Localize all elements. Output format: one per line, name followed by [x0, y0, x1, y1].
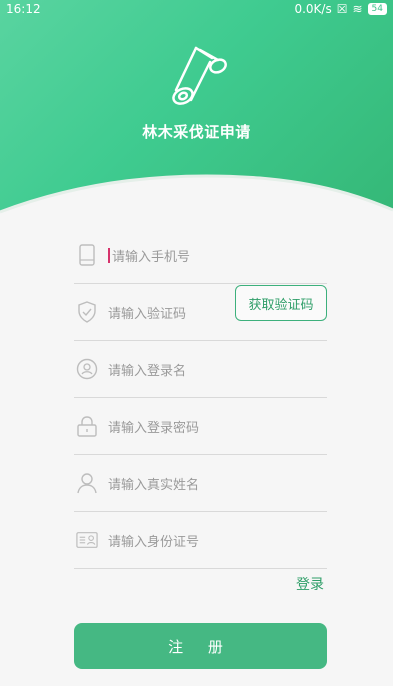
id-card-icon — [76, 529, 98, 551]
login-name-input[interactable]: 请输入登录名 — [108, 360, 186, 379]
registration-form: 请输入手机号 请输入验证码 请输入登录名 请输入登录密码 请输入真实姓名 请输入… — [74, 227, 327, 569]
status-time: 16:12 — [6, 2, 41, 16]
page-title: 林木采伐证申请 — [142, 123, 251, 141]
real-name-field[interactable]: 请输入真实姓名 — [74, 455, 327, 512]
verification-code-input[interactable]: 请输入验证码 — [108, 303, 186, 322]
login-name-field[interactable]: 请输入登录名 — [74, 341, 327, 398]
battery-indicator: 54 — [367, 3, 387, 15]
phone-input[interactable]: 请输入手机号 — [112, 246, 190, 265]
status-indicators: 0.0K/s ☒ ≋ 54 — [294, 2, 387, 16]
shield-check-icon — [76, 301, 98, 323]
register-button[interactable]: 注 册 — [74, 623, 327, 669]
person-icon — [76, 472, 98, 494]
logs-logo-icon — [172, 46, 227, 105]
wifi-icon: ≋ — [352, 2, 363, 16]
text-cursor — [108, 247, 110, 263]
real-name-input[interactable]: 请输入真实姓名 — [108, 474, 199, 493]
header-banner: 林木采伐证申请 — [0, 0, 393, 215]
login-link[interactable]: 登录 — [296, 574, 324, 594]
id-card-input[interactable]: 请输入身份证号 — [108, 531, 199, 550]
id-card-field[interactable]: 请输入身份证号 — [74, 512, 327, 569]
password-input[interactable]: 请输入登录密码 — [108, 417, 199, 436]
get-code-button[interactable]: 获取验证码 — [235, 285, 327, 321]
user-circle-icon — [76, 358, 98, 380]
network-speed: 0.0K/s — [294, 2, 332, 16]
lock-icon — [76, 415, 98, 437]
phone-icon — [76, 244, 98, 266]
sim-icon: ☒ — [336, 2, 348, 16]
phone-field[interactable]: 请输入手机号 — [74, 227, 327, 284]
password-field[interactable]: 请输入登录密码 — [74, 398, 327, 455]
status-bar: 16:12 0.0K/s ☒ ≋ 54 — [0, 0, 393, 18]
